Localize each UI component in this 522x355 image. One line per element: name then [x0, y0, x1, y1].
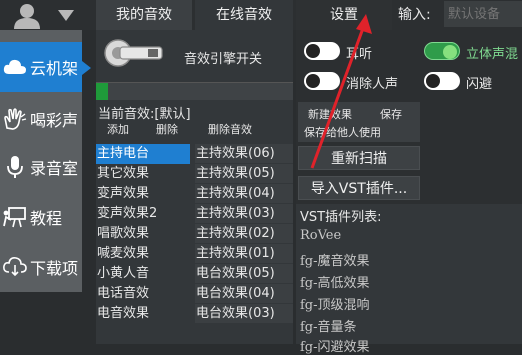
tab-settings[interactable]: 设置: [296, 0, 392, 30]
easel-icon: [2, 205, 28, 229]
sidebar-footer: [0, 292, 82, 344]
microphone-icon: [2, 155, 28, 179]
vst-item[interactable]: fg-顶级混响: [300, 294, 370, 313]
sidebar-item-cloud-rack[interactable]: 云机架: [0, 42, 82, 92]
effect-item[interactable]: 主持效果(04): [195, 184, 293, 203]
engine-switch-label: 音效引擎开关: [184, 52, 263, 67]
active-indicator-arrow: [82, 61, 91, 75]
effect-item[interactable]: 主持效果(05): [195, 164, 293, 183]
tab-my-effects[interactable]: 我的音效: [96, 0, 192, 30]
category-item[interactable]: 电音效果: [96, 304, 190, 324]
ear-listen-label: 耳听: [346, 47, 373, 62]
engine-progress-fill: [96, 83, 108, 100]
rescan-button[interactable]: 重新扫描: [298, 146, 420, 170]
sidebar-item-studio[interactable]: 录音室: [0, 142, 82, 192]
sidebar-item-tutorial[interactable]: 教程: [0, 192, 82, 242]
vocal-remove-label: 消除人声: [346, 77, 399, 92]
sidebar-item-cheer[interactable]: 喝彩声: [0, 94, 82, 144]
effect-list: 主持效果(06) 主持效果(05) 主持效果(04) 主持效果(03) 主持效果…: [195, 144, 293, 324]
category-list: 主持电台 其它效果 变声效果 变声效果2 唱歌效果 喊麦效果 小黄人音 电话音效…: [96, 144, 190, 324]
sidebar-item-label: 下载项: [30, 259, 79, 278]
category-item[interactable]: 唱歌效果: [96, 224, 190, 244]
effect-save-panel: 新建效果 保存 保存给他人使用: [298, 102, 420, 142]
save-for-others-button[interactable]: 保存给他人使用: [304, 124, 381, 140]
category-item[interactable]: 变声效果: [96, 184, 190, 204]
tab-online-effects[interactable]: 在线音效: [195, 0, 293, 30]
cloud-icon: [2, 55, 28, 79]
effect-item[interactable]: 主持效果(01): [195, 244, 293, 263]
import-vst-button[interactable]: 导入VST插件...: [298, 176, 420, 200]
category-item[interactable]: 喊麦效果: [96, 244, 190, 264]
delete-button[interactable]: 删除: [156, 122, 178, 138]
effect-item[interactable]: 主持效果(03): [195, 204, 293, 223]
ear-listen-toggle[interactable]: [304, 42, 340, 60]
sidebar-item-label: 喝彩声: [30, 111, 79, 130]
category-item[interactable]: 小黄人音: [96, 264, 190, 284]
vocal-remove-toggle[interactable]: [304, 72, 340, 90]
current-effect-label: 当前音效:[默认]: [98, 107, 191, 122]
clap-icon: [2, 107, 28, 131]
input-device-label: 输入:: [398, 7, 431, 23]
sidebar-item-label: 云机架: [30, 59, 79, 78]
avatar-icon[interactable]: [12, 3, 42, 29]
stereo-mix-toggle[interactable]: [424, 42, 460, 60]
avoid-label: 闪避: [466, 77, 493, 92]
add-button[interactable]: 添加: [107, 122, 129, 138]
sidebar-item-label: 教程: [30, 209, 63, 228]
category-item[interactable]: 电话音效: [96, 284, 190, 304]
vst-item[interactable]: fg-高低效果: [300, 272, 370, 291]
vst-item[interactable]: fg-音量条: [300, 316, 357, 335]
vst-list-title: VST插件列表:: [300, 210, 382, 225]
engine-switch-icon[interactable]: [104, 36, 166, 70]
chevron-down-icon[interactable]: [58, 10, 74, 21]
save-button[interactable]: 保存: [380, 106, 402, 122]
category-item[interactable]: 主持电台: [96, 144, 190, 164]
vst-item[interactable]: RoVee: [300, 228, 341, 243]
engine-progress-bar: [96, 82, 293, 100]
effect-item[interactable]: 电台效果(04): [195, 284, 293, 303]
vst-item[interactable]: fg-魔音效果: [300, 250, 370, 269]
sidebar-item-label: 录音室: [30, 159, 79, 178]
delete-effect-button[interactable]: 删除音效: [208, 122, 252, 138]
effect-item[interactable]: 主持效果(06): [195, 144, 293, 163]
effect-item[interactable]: 电台效果(03): [195, 304, 293, 323]
cloud-download-icon: [2, 255, 28, 279]
avoid-toggle[interactable]: [424, 72, 460, 90]
effect-item[interactable]: 电台效果(05): [195, 264, 293, 283]
input-device-field[interactable]: [444, 1, 522, 27]
category-item[interactable]: 其它效果: [96, 164, 190, 184]
category-item[interactable]: 变声效果2: [96, 204, 190, 224]
vst-item[interactable]: fg-闪避效果: [300, 336, 370, 355]
stereo-mix-label: 立体声混: [466, 47, 519, 62]
sidebar-item-downloads[interactable]: 下载项: [0, 242, 82, 292]
effect-item[interactable]: 主持效果(02): [195, 224, 293, 243]
new-effect-button[interactable]: 新建效果: [308, 106, 352, 122]
